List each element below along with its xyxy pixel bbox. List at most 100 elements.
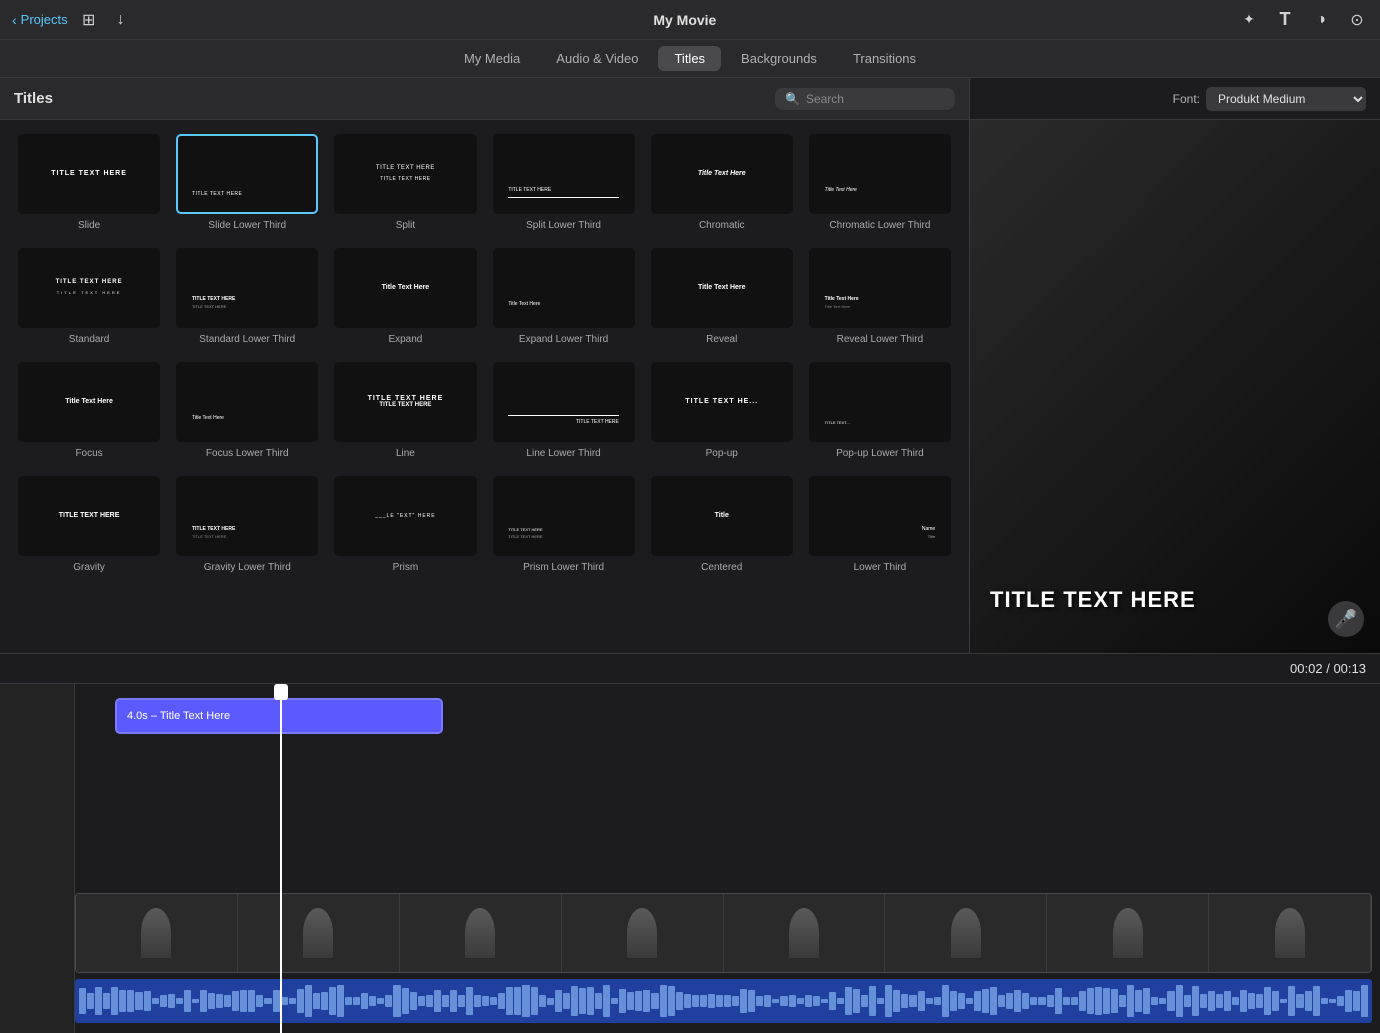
title-thumb-line-lower-third: TITLE TEXT HERE <box>493 362 635 442</box>
search-box[interactable]: 🔍 <box>775 88 955 110</box>
color-wheel-icon[interactable]: ◑ <box>1310 9 1332 31</box>
title-item-prism-lower-third[interactable]: TITLE TEXT HERE TITLE TEXT HERE Prism Lo… <box>489 472 639 578</box>
microphone-button[interactable]: 🎤 <box>1328 601 1364 637</box>
wave-bar <box>200 990 207 1011</box>
wave-bar <box>450 990 457 1012</box>
wave-bar <box>442 995 449 1007</box>
timeline-area: 4.0s – Title Text Here <box>0 684 1380 1033</box>
title-item-focus[interactable]: Title Text Here Focus <box>14 358 164 464</box>
wave-bar <box>885 985 892 1016</box>
wave-bar <box>563 993 570 1009</box>
title-label-lower-third: Lower Third <box>854 561 907 574</box>
title-item-popup[interactable]: TITLE TEXT HE... Pop-up <box>647 358 797 464</box>
title-thumb-prism-lower-third: TITLE TEXT HERE TITLE TEXT HERE <box>493 476 635 556</box>
search-input[interactable] <box>806 92 945 106</box>
wave-bar <box>1111 989 1118 1013</box>
wave-bar <box>240 990 247 1013</box>
title-thumb-chromatic-lower-third: Title Text Here <box>809 134 951 214</box>
title-item-prism[interactable]: ___LE "EXT" HERE Prism <box>330 472 480 578</box>
title-item-standard[interactable]: TITLE TEXT HERETITLE TEXT HERE Standard <box>14 244 164 350</box>
title-thumb-popup: TITLE TEXT HE... <box>651 362 793 442</box>
wave-bar <box>248 990 255 1012</box>
title-item-line-lower-third[interactable]: TITLE TEXT HERE Line Lower Third <box>489 358 639 464</box>
title-item-slide[interactable]: TITLE TEXT HERE Slide <box>14 130 164 236</box>
wave-bar <box>329 987 336 1016</box>
titles-grid: TITLE TEXT HERE Slide TITLE TEXT HERE Sl… <box>0 120 969 653</box>
title-item-line[interactable]: TITLE TEXT HERE TITLE TEXT HERE Line <box>330 358 480 464</box>
settings-icon[interactable]: ⊙ <box>1346 9 1368 31</box>
title-thumb-line: TITLE TEXT HERE TITLE TEXT HERE <box>334 362 476 442</box>
wave-bar <box>764 995 771 1007</box>
wave-bar <box>950 991 957 1011</box>
wave-bar <box>1006 993 1013 1010</box>
title-item-expand-lower-third[interactable]: Title Text Here Expand Lower Third <box>489 244 639 350</box>
title-item-expand[interactable]: Title Text Here Expand <box>330 244 480 350</box>
font-dropdown[interactable]: Produkt Medium <box>1206 87 1366 111</box>
text-format-icon[interactable]: T <box>1274 9 1296 31</box>
preview-area: TITLE TEXT HERE 🎤 <box>970 120 1380 653</box>
wave-bar <box>514 987 521 1015</box>
wave-bar <box>700 995 707 1007</box>
grid-icon[interactable]: ⊞ <box>78 9 100 31</box>
title-item-standard-lower-third[interactable]: TITLE TEXT HERE TITLE TEXT HERE Standard… <box>172 244 322 350</box>
wave-bar <box>555 990 562 1012</box>
top-bar-right: ✦ T ◑ ⊙ <box>1238 9 1368 31</box>
wave-bar <box>273 990 280 1012</box>
title-clip[interactable]: 4.0s – Title Text Here <box>115 698 443 734</box>
magic-wand-icon[interactable]: ✦ <box>1238 9 1260 31</box>
wave-bar <box>474 995 481 1007</box>
timeline-left-panel <box>0 684 75 1033</box>
title-item-gravity[interactable]: TITLE TEXT HERE Gravity <box>14 472 164 578</box>
wave-bar <box>305 985 312 1016</box>
wave-bar <box>547 998 554 1005</box>
tab-audio-video[interactable]: Audio & Video <box>540 46 654 71</box>
title-item-reveal[interactable]: Title Text Here Reveal <box>647 244 797 350</box>
title-item-split[interactable]: TITLE TEXT HERETITLE TEXT HERE Split <box>330 130 480 236</box>
title-item-reveal-lower-third[interactable]: Title Text Here Title Text Here Reveal L… <box>805 244 955 350</box>
wave-bar <box>1079 991 1086 1012</box>
wave-bar <box>95 987 102 1015</box>
sort-icon[interactable]: ↓ <box>110 9 132 31</box>
playhead[interactable] <box>280 684 282 1033</box>
title-label-gravity-lower-third: Gravity Lower Third <box>204 561 291 574</box>
title-label-reveal-lower-third: Reveal Lower Third <box>837 333 924 346</box>
wave-bar <box>611 998 618 1003</box>
wave-bar <box>313 993 320 1010</box>
wave-bar <box>789 995 796 1007</box>
title-item-lower-third[interactable]: Name Title Lower Third <box>805 472 955 578</box>
title-item-focus-lower-third[interactable]: Title Text Here Focus Lower Third <box>172 358 322 464</box>
tab-backgrounds[interactable]: Backgrounds <box>725 46 833 71</box>
title-item-split-lower-third[interactable]: TITLE TEXT HERE Split Lower Third <box>489 130 639 236</box>
wave-bar <box>393 985 400 1016</box>
title-item-gravity-lower-third[interactable]: TITLE TEXT HERE TITLE TEXT HERE Gravity … <box>172 472 322 578</box>
projects-button[interactable]: ‹ Projects <box>12 12 68 28</box>
video-frame-8 <box>1209 894 1371 972</box>
title-item-popup-lower-third[interactable]: TITLE TEXT... Pop-up Lower Third <box>805 358 955 464</box>
wave-bar <box>1127 985 1134 1017</box>
tab-my-media[interactable]: My Media <box>448 46 536 71</box>
title-item-chromatic-lower-third[interactable]: Title Text Here Chromatic Lower Third <box>805 130 955 236</box>
wave-bar <box>627 992 634 1010</box>
title-thumb-standard-lower-third: TITLE TEXT HERE TITLE TEXT HERE <box>176 248 318 328</box>
title-label-focus-lower-third: Focus Lower Third <box>206 447 289 460</box>
wave-bar <box>297 989 304 1014</box>
wave-bar <box>482 996 489 1006</box>
tab-titles[interactable]: Titles <box>658 46 721 71</box>
tab-transitions[interactable]: Transitions <box>837 46 932 71</box>
wave-bar <box>176 998 183 1005</box>
wave-bar <box>982 989 989 1013</box>
title-thumb-reveal: Title Text Here <box>651 248 793 328</box>
title-thumb-prism: ___LE "EXT" HERE <box>334 476 476 556</box>
title-item-centered[interactable]: Title Centered <box>647 472 797 578</box>
chevron-left-icon: ‹ <box>12 12 17 28</box>
title-label-prism-lower-third: Prism Lower Third <box>523 561 604 574</box>
title-item-chromatic[interactable]: Title Text Here Chromatic <box>647 130 797 236</box>
wave-bar <box>926 998 933 1004</box>
title-label-focus: Focus <box>75 447 102 460</box>
wave-bar <box>522 985 529 1016</box>
wave-bar <box>1119 995 1126 1007</box>
wave-bar <box>1095 987 1102 1016</box>
title-item-slide-lower-third[interactable]: TITLE TEXT HERE Slide Lower Third <box>172 130 322 236</box>
wave-bar <box>716 995 723 1007</box>
wave-bar <box>829 992 836 1010</box>
